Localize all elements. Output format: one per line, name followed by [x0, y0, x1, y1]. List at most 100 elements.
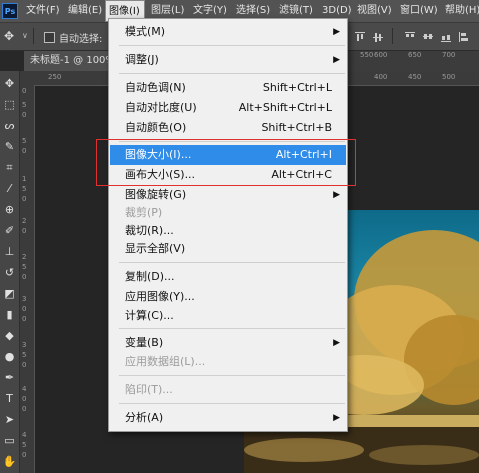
- menu-item-shortcut: Shift+Ctrl+L: [262, 81, 332, 94]
- menu-item-label: 图像旋转(G): [125, 188, 187, 201]
- ruler-label: 0: [22, 227, 27, 235]
- menu-item-shortcut: Alt+Shift+Ctrl+L: [238, 101, 332, 114]
- menu-separator: [119, 403, 345, 404]
- lasso-tool-icon[interactable]: ᔕ: [1, 117, 18, 134]
- ruler-label: 0: [22, 87, 27, 95]
- type-tool-icon[interactable]: T: [1, 390, 18, 407]
- ruler-label: 0: [22, 111, 27, 119]
- menu-item-auto-tone[interactable]: 自动色调(N) Shift+Ctrl+L: [110, 78, 346, 98]
- menu-separator: [119, 328, 345, 329]
- history-brush-icon[interactable]: ↺: [1, 264, 18, 281]
- move-tool-icon[interactable]: ✥: [4, 29, 14, 43]
- menu-item-apply-data-set: 应用数据组(L)...: [110, 352, 346, 372]
- distribute-top-icon[interactable]: [404, 31, 416, 43]
- move-tool-icon[interactable]: ✥: [1, 75, 18, 92]
- ruler-label: 0: [22, 305, 27, 313]
- divider: [392, 28, 393, 44]
- clone-stamp-icon[interactable]: ⊥: [1, 243, 18, 260]
- ruler-label: 550: [360, 51, 374, 59]
- menu-item-label: 计算(C)...: [125, 309, 174, 322]
- toolbox: ✥ ⬚ ᔕ ✎ ⌗ ⁄ ⊕ ✐ ⊥ ↺ ◩ ▮ ◆ ● ✒ T ➤ ▭ ✋: [0, 71, 20, 473]
- menu-item-auto-color[interactable]: 自动颜色(O) Shift+Ctrl+B: [110, 118, 346, 138]
- menu-item-trim[interactable]: 裁切(R)...: [110, 221, 346, 241]
- ruler-label: 5: [22, 137, 27, 145]
- menu-item-apply-image[interactable]: 应用图像(Y)...: [110, 287, 346, 307]
- ruler-label: 0: [22, 273, 27, 281]
- menu-item-shortcut: Shift+Ctrl+B: [261, 121, 332, 134]
- menu-separator: [119, 45, 345, 46]
- pen-tool-icon[interactable]: ✒: [1, 369, 18, 386]
- distribute-bottom-icon[interactable]: [440, 31, 452, 43]
- brush-tool-icon[interactable]: ✐: [1, 222, 18, 239]
- ruler-label: 0: [22, 315, 27, 323]
- ruler-label: 5: [22, 441, 27, 449]
- auto-select-checkbox[interactable]: [44, 32, 55, 43]
- menu-item-mode[interactable]: 模式(M) ▶: [110, 22, 346, 42]
- menu-help[interactable]: 帮助(H): [445, 0, 479, 22]
- menu-item-label: 变量(B): [125, 336, 164, 349]
- align-vcenter-icon[interactable]: [372, 31, 384, 43]
- chevron-down-icon[interactable]: ∨: [22, 31, 28, 40]
- ruler-label: 5: [22, 185, 27, 193]
- menu-item-variables[interactable]: 变量(B) ▶: [110, 333, 346, 353]
- distribute-vcenter-icon[interactable]: [422, 31, 434, 43]
- dodge-tool-icon[interactable]: ●: [1, 348, 18, 365]
- menu-item-label: 复制(D)...: [125, 270, 175, 283]
- ruler-label: 0: [22, 451, 27, 459]
- menu-edit[interactable]: 编辑(E): [68, 0, 102, 22]
- ruler-label: 4: [22, 385, 27, 393]
- image-menu-dropdown: 模式(M) ▶ 调整(J) ▶ 自动色调(N) Shift+Ctrl+L 自动对…: [108, 18, 348, 432]
- menu-window[interactable]: 窗口(W): [400, 0, 438, 22]
- ruler-label: 4: [22, 431, 27, 439]
- menu-item-label: 自动颜色(O): [125, 121, 187, 134]
- ruler-label: 700: [442, 51, 456, 59]
- healing-brush-icon[interactable]: ⊕: [1, 201, 18, 218]
- menu-item-duplicate[interactable]: 复制(D)...: [110, 267, 346, 287]
- menu-file[interactable]: 文件(F): [26, 0, 60, 22]
- quick-select-icon[interactable]: ✎: [1, 138, 18, 155]
- menu-item-image-rotation[interactable]: 图像旋转(G) ▶: [110, 185, 346, 205]
- eraser-tool-icon[interactable]: ◩: [1, 285, 18, 302]
- ruler-label: 5: [22, 263, 27, 271]
- path-select-icon[interactable]: ➤: [1, 411, 18, 428]
- menu-item-auto-contrast[interactable]: 自动对比度(U) Alt+Shift+Ctrl+L: [110, 98, 346, 118]
- menu-item-trap: 陷印(T)...: [110, 380, 346, 400]
- crop-tool-icon[interactable]: ⌗: [1, 159, 18, 176]
- marquee-tool-icon[interactable]: ⬚: [1, 96, 18, 113]
- ruler-label: 0: [22, 395, 27, 403]
- menu-view[interactable]: 视图(V): [357, 0, 392, 22]
- menu-item-label: 模式(M): [125, 25, 166, 38]
- ruler-label: 0: [22, 405, 27, 413]
- hand-tool-icon[interactable]: ✋: [1, 453, 18, 470]
- auto-select-label: 自动选择:: [59, 34, 103, 45]
- menu-separator: [119, 73, 345, 74]
- menu-item-label: 应用数据组(L)...: [125, 355, 206, 368]
- menu-separator: [119, 262, 345, 263]
- annotation-highlight-box: [96, 139, 356, 186]
- ruler-label: 2: [22, 217, 27, 225]
- ruler-label: 450: [408, 73, 422, 81]
- menu-item-adjustments[interactable]: 调整(J) ▶: [110, 50, 346, 70]
- ruler-label: 400: [374, 73, 388, 81]
- submenu-arrow-icon: ▶: [333, 27, 340, 37]
- distribute-left-icon[interactable]: [458, 31, 470, 43]
- document-tab[interactable]: 未标题-1 @ 100%: [24, 51, 115, 71]
- menu-item-label: 调整(J): [125, 53, 159, 66]
- ruler-label: 5: [22, 351, 27, 359]
- ruler-label: 1: [22, 175, 27, 183]
- menu-item-calculations[interactable]: 计算(C)...: [110, 306, 346, 326]
- divider: [33, 28, 34, 44]
- menu-item-reveal-all[interactable]: 显示全部(V): [110, 239, 346, 259]
- submenu-arrow-icon: ▶: [333, 190, 340, 200]
- menu-item-analysis[interactable]: 分析(A) ▶: [110, 408, 346, 428]
- ruler-label: 650: [408, 51, 422, 59]
- blur-tool-icon[interactable]: ◆: [1, 327, 18, 344]
- menu-item-label: 裁切(R)...: [125, 224, 174, 237]
- eyedropper-icon[interactable]: ⁄: [1, 180, 18, 197]
- ruler-label: 0: [22, 361, 27, 369]
- rectangle-tool-icon[interactable]: ▭: [1, 432, 18, 449]
- align-top-icon[interactable]: [354, 31, 366, 43]
- menu-item-label: 自动对比度(U): [125, 101, 197, 114]
- ruler-label: 500: [442, 73, 456, 81]
- gradient-tool-icon[interactable]: ▮: [1, 306, 18, 323]
